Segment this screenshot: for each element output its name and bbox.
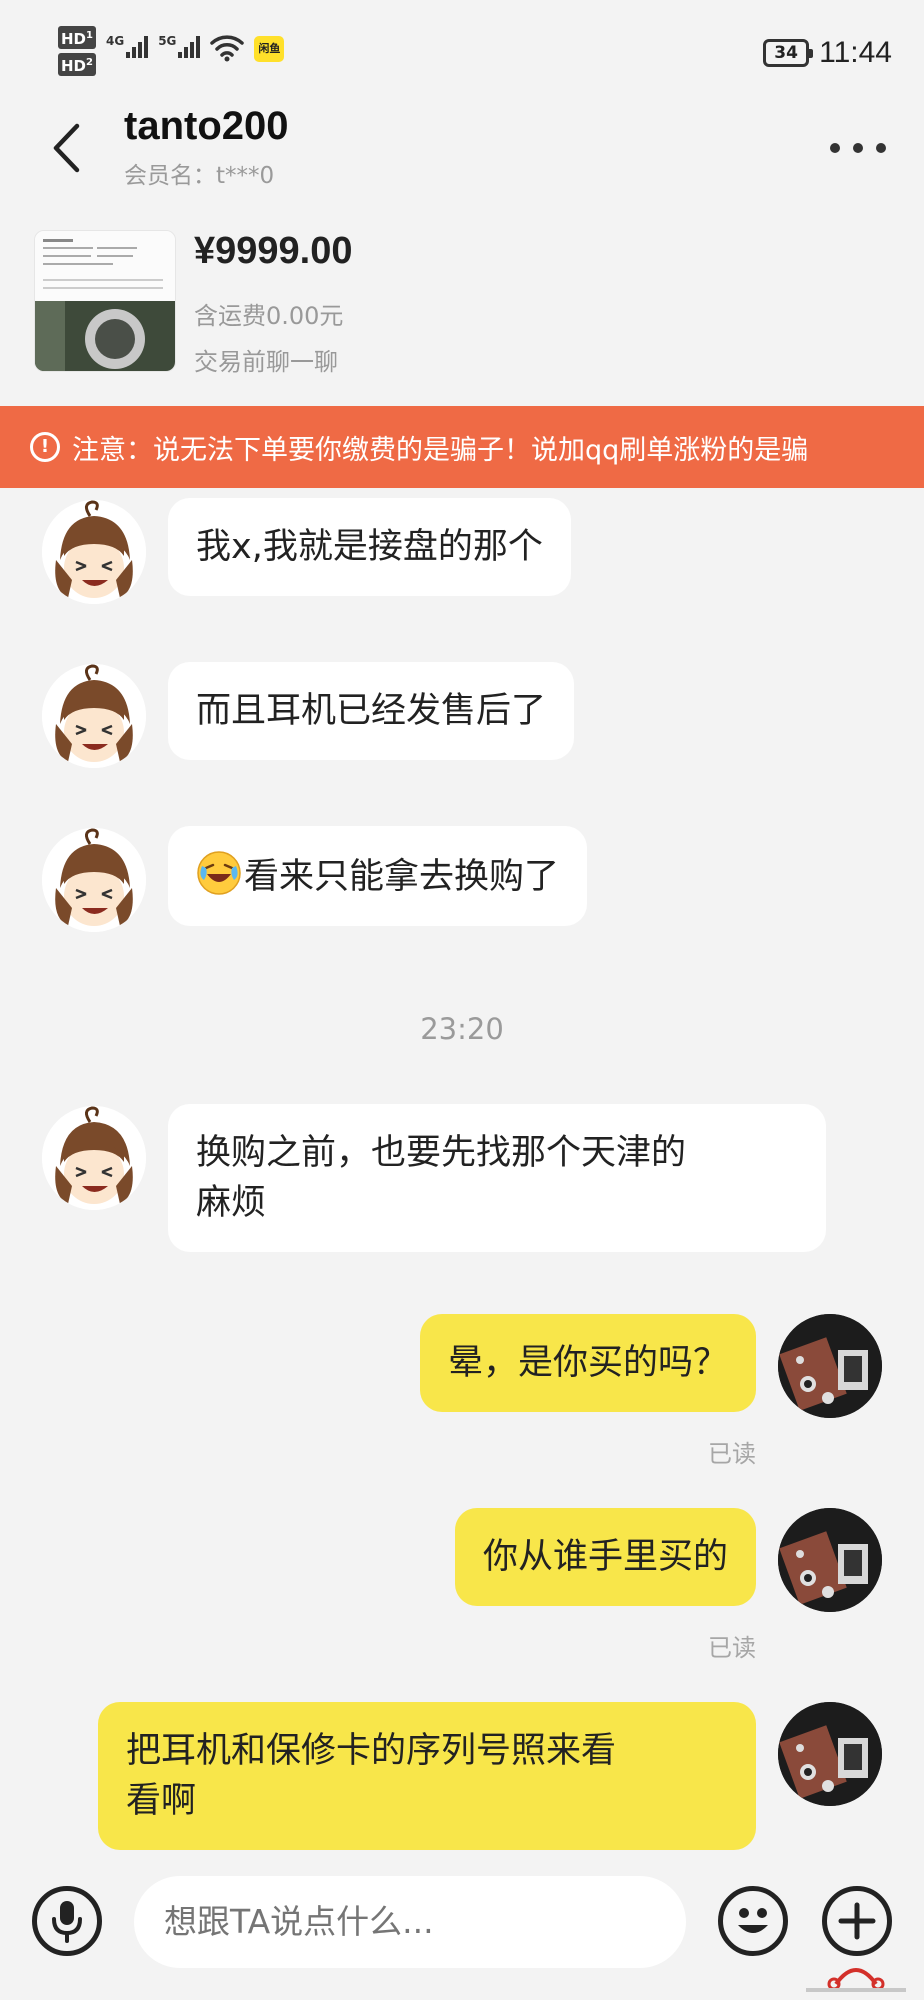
photo-avatar-icon [778,1508,882,1612]
signal-bars-icon [178,34,201,58]
smiley-icon [738,1908,768,1933]
more-actions-button[interactable] [822,1886,892,1956]
product-thumbnail[interactable] [34,230,176,372]
message-text-line: 看啊 [126,1781,197,1821]
message-text-line: 把耳机和保修卡的序列号照来看 [126,1731,617,1771]
message-text: 看来只能拿去换购了 [244,857,560,897]
shipping-info: 含运费0.00元 [194,302,344,330]
site-watermark-logo [806,1968,906,1992]
message-text-line: 换购之前，也要先找那个天津的 [196,1133,687,1173]
laughing-crying-emoji-icon [197,851,241,895]
xianyu-app-badge: 闲鱼 [254,36,285,62]
more-options-button[interactable] [830,128,886,168]
sender-avatar[interactable] [42,664,146,768]
clock: 11:44 [819,36,892,69]
message-input[interactable] [134,1876,686,1968]
sender-avatar[interactable] [42,1106,146,1210]
battery-icon: 34 [763,39,814,67]
hd2-badge: HD2 [58,53,96,76]
product-image [35,231,175,371]
chat-timestamp: 23:20 [420,1012,504,1046]
exclamation-circle-icon: ! [30,432,60,462]
incoming-message[interactable]: 换购之前，也要先找那个天津的 麻烦 [168,1104,826,1252]
incoming-message[interactable]: 而且耳机已经发售后了 [168,662,575,760]
product-price: ¥9999.00 [194,230,353,272]
cartoon-avatar-icon [42,1106,146,1210]
chat-hint: 交易前聊一聊 [194,348,338,376]
signal-bars-icon [126,34,149,58]
cartoon-avatar-icon [42,500,146,604]
status-bar: HD1 HD2 4G 5G 闲鱼 34 11:44 [0,0,924,100]
outgoing-message[interactable]: 晕，是你买的吗？ [419,1314,756,1412]
hd1-badge: HD1 [58,26,96,49]
chat-header: tanto200 会员名：t***0 [0,100,924,196]
signal-5g: 5G [158,34,201,58]
my-avatar[interactable] [778,1508,882,1612]
product-card[interactable]: ¥9999.00 含运费0.00元 交易前聊一聊 [0,216,924,386]
chevron-left-icon [53,123,80,173]
read-status: 已读 [708,1440,756,1468]
chat-screen: HD1 HD2 4G 5G 闲鱼 34 11:44 tanto200 会员名：t… [0,0,924,2000]
incoming-message[interactable]: 我x,我就是接盘的那个 [168,498,571,596]
message-text: 而且耳机已经发售后了 [196,691,547,731]
back-button[interactable] [44,120,88,176]
photo-avatar-icon [778,1702,882,1806]
cartoon-avatar-icon [42,664,146,768]
my-avatar[interactable] [778,1314,882,1418]
message-text: 晕，是你买的吗？ [447,1343,728,1383]
hd-indicators: HD1 HD2 [58,26,96,76]
outgoing-message[interactable]: 把耳机和保修卡的序列号照来看 看啊 [98,1702,756,1850]
outgoing-message[interactable]: 你从谁手里买的 [454,1508,756,1606]
my-avatar[interactable] [778,1702,882,1806]
emoji-button[interactable] [718,1886,788,1956]
status-right: 34 11:44 [763,36,892,70]
member-id: 会员名：t***0 [124,163,275,189]
message-text: 我x,我就是接盘的那个 [196,527,543,567]
voice-button[interactable] [32,1886,102,1956]
microphone-icon [52,1901,82,1943]
input-bar [0,1860,924,2000]
sender-avatar[interactable] [42,500,146,604]
warning-text: 注意：说无法下单要你缴费的是骗子！说加qq刷单涨粉的是骗 [72,434,809,466]
message-text: 你从谁手里买的 [482,1537,728,1577]
read-status: 已读 [708,1634,756,1662]
message-text-line: 麻烦 [196,1183,267,1223]
plus-circle-icon [838,1902,876,1940]
cartoon-avatar-icon [42,828,146,932]
incoming-message[interactable]: 看来只能拿去换购了 [168,826,588,926]
scam-warning-banner: ! 注意：说无法下单要你缴费的是骗子！说加qq刷单涨粉的是骗 [0,406,924,488]
signal-4g: 4G [106,34,149,58]
more-dots-icon [830,143,840,153]
wifi-icon [210,35,245,62]
status-left: HD1 HD2 4G 5G 闲鱼 [58,26,285,76]
contact-name: tanto200 [124,104,289,148]
photo-avatar-icon [778,1314,882,1418]
sender-avatar[interactable] [42,828,146,932]
